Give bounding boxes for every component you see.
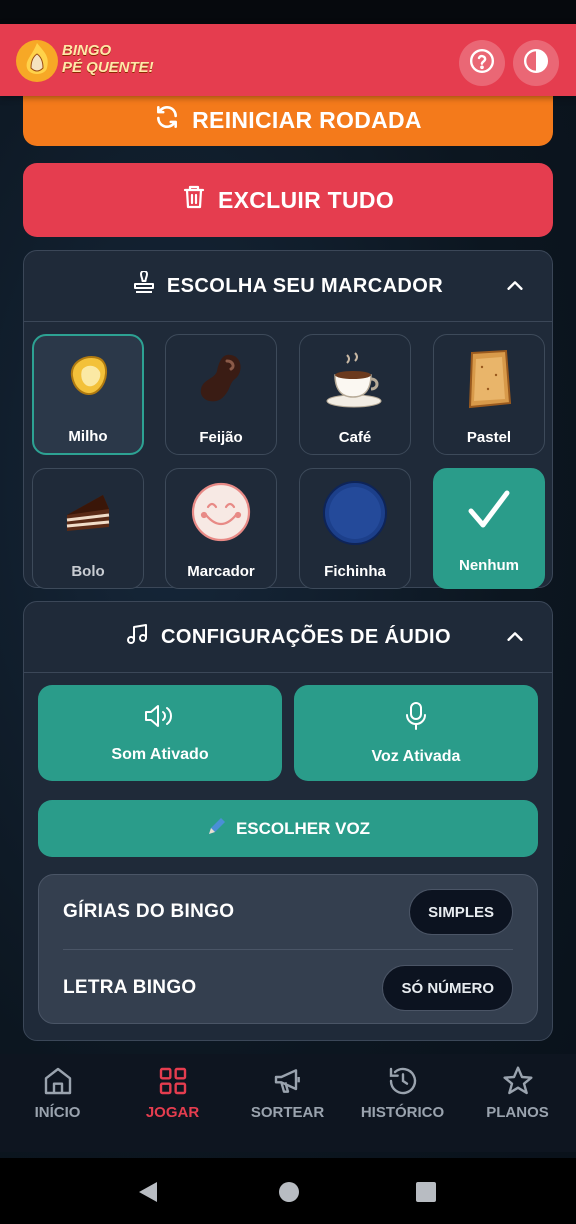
marker-label: Milho [68,428,108,445]
marker-option-feijao[interactable]: Feijão [165,334,277,455]
microphone-icon [404,701,428,736]
marker-label: Nenhum [459,557,519,574]
marker-panel-title: ESCOLHA SEU MARCADOR [166,274,444,297]
nav-item-jogar[interactable]: JOGAR [115,1062,230,1121]
nav-label: INÍCIO [34,1104,81,1121]
theme-toggle-button[interactable] [513,40,559,86]
system-navigation-bar [0,1158,576,1224]
speaker-icon [143,703,177,734]
nav-label: HISTÓRICO [360,1104,445,1121]
question-circle-icon [469,48,495,79]
voice-toggle-button[interactable]: Voz Ativada [294,685,538,781]
power-icon [523,48,549,79]
marker-option-milho[interactable]: Milho [32,334,144,455]
history-icon [345,1062,460,1100]
nav-label: PLANOS [486,1104,549,1121]
stamp-icon [133,270,155,301]
flame-foot-logo [14,38,60,84]
star-icon [460,1062,575,1100]
coffee-cup-icon [325,347,385,413]
nav-item-historico[interactable]: HISTÓRICO [345,1062,460,1121]
nav-item-planos[interactable]: PLANOS [460,1062,575,1121]
marker-label: Pastel [466,429,512,446]
slang-setting-row: GÍRIAS DO BINGO SIMPLES [63,875,513,949]
slang-setting-label: GÍRIAS DO BINGO [63,901,235,922]
brand-name: BINGO PÉ QUENTE! [62,42,154,76]
megaphone-icon [230,1062,345,1100]
restart-round-label: REINICIAR RODADA [192,106,422,133]
marker-option-bolo[interactable]: Bolo [32,468,144,589]
recents-square-icon[interactable] [415,1181,437,1208]
cake-slice-icon [63,487,113,539]
nav-label: SORTEAR [250,1104,325,1121]
blue-chip-icon [323,481,387,549]
sound-toggle-label: Som Ativado [111,745,209,763]
bottom-navigation: INÍCIO JOGAR SORTEAR HISTÓRICO PLANOS [0,1054,576,1152]
slang-setting-toggle[interactable]: SIMPLES [409,889,513,935]
marker-label: Feijão [199,429,243,446]
nav-item-inicio[interactable]: INÍCIO [0,1062,115,1121]
checkmark-icon [465,487,513,537]
marker-panel: ESCOLHA SEU MARCADOR Milho Feijão Café P… [23,250,553,589]
home-icon [0,1062,115,1100]
audio-panel-header[interactable]: CONFIGURAÇÕES DE ÁUDIO [24,602,552,673]
bean-icon [191,347,251,413]
pen-icon [206,815,228,842]
marker-panel-header[interactable]: ESCOLHA SEU MARCADOR [24,251,552,322]
chevron-up-icon[interactable] [504,626,526,654]
delete-all-button[interactable]: EXCLUIR TUDO [23,163,553,237]
marker-label: Bolo [71,563,105,580]
letter-setting-toggle[interactable]: SÓ NÚMERO [382,965,513,1011]
choose-voice-button[interactable]: ESCOLHER VOZ [38,800,538,857]
app-header: BINGO PÉ QUENTE! [0,24,576,96]
audio-panel-title: CONFIGURAÇÕES DE ÁUDIO [161,625,451,648]
chevron-up-icon[interactable] [504,275,526,303]
letter-setting-row: LETRA BINGO SÓ NÚMERO [63,951,513,1025]
audio-settings-box: GÍRIAS DO BINGO SIMPLES LETRA BINGO SÓ N… [38,874,538,1024]
marker-option-marcador[interactable]: Marcador [165,468,277,589]
grid-icon [115,1062,230,1100]
pastry-icon [462,347,516,415]
nav-label: JOGAR [145,1104,200,1121]
home-circle-icon[interactable] [278,1181,300,1208]
smiley-stamp-icon [190,481,252,547]
marker-option-fichinha[interactable]: Fichinha [299,468,411,589]
choose-voice-label: ESCOLHER VOZ [235,818,371,838]
system-status-bar [0,0,576,24]
marker-label: Café [338,429,372,446]
back-triangle-icon[interactable] [137,1180,159,1209]
nav-item-sortear[interactable]: SORTEAR [230,1062,345,1121]
settings-divider [63,949,513,950]
music-note-icon [125,622,149,652]
delete-all-label: EXCLUIR TUDO [217,186,395,213]
marker-label: Fichinha [324,563,386,580]
letter-setting-label: LETRA BINGO [63,977,197,998]
refresh-icon [154,104,180,136]
marker-option-pastel[interactable]: Pastel [433,334,545,455]
marker-option-cafe[interactable]: Café [299,334,411,455]
corn-icon [60,348,116,408]
voice-toggle-label: Voz Ativada [371,747,461,765]
marker-option-nenhum[interactable]: Nenhum [433,468,545,589]
brand-name-line2: PÉ QUENTE! [62,59,154,76]
trash-icon [182,184,206,216]
help-button[interactable] [459,40,505,86]
sound-toggle-button[interactable]: Som Ativado [38,685,282,781]
brand-name-line1: BINGO [62,42,112,59]
marker-label: Marcador [187,563,255,580]
